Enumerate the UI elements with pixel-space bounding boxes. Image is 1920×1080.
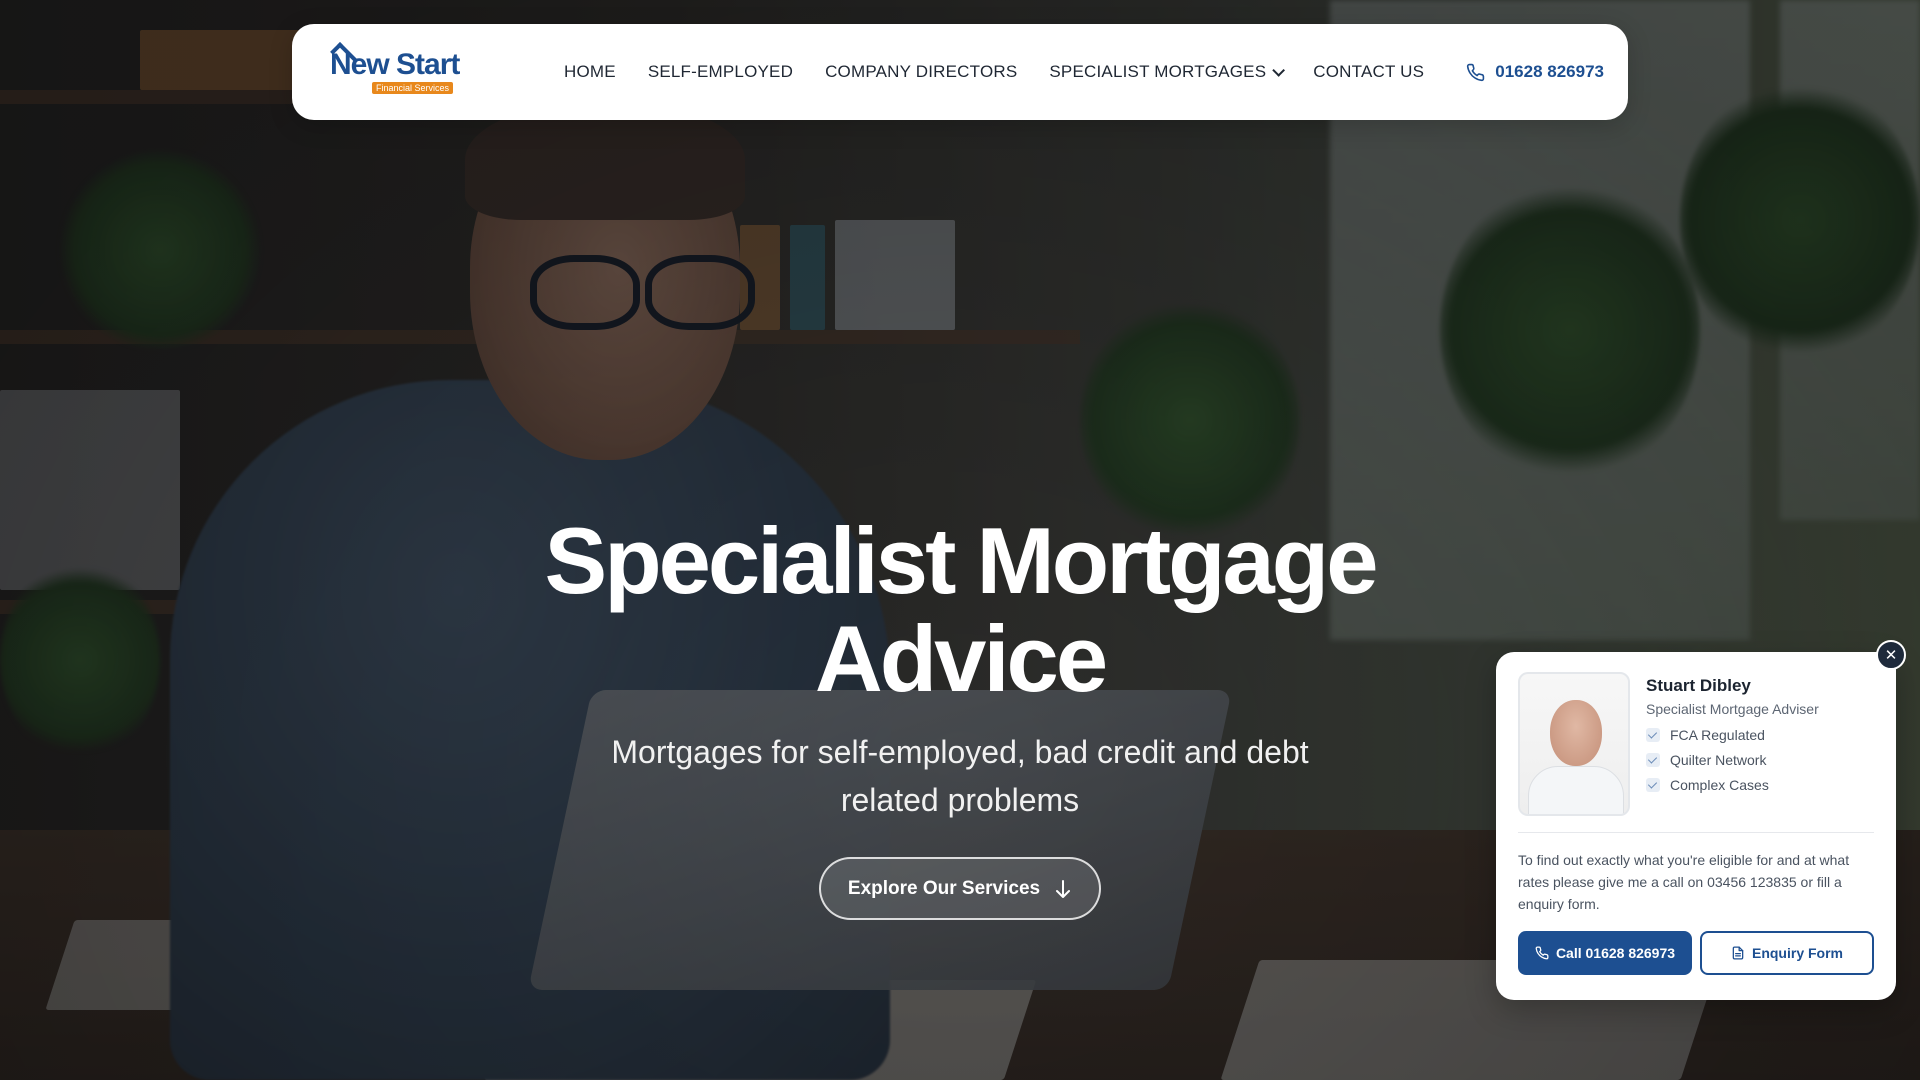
adviser-message: To find out exactly what you're eligible… — [1518, 852, 1850, 912]
call-button-label: Call 01628 826973 — [1555, 945, 1676, 961]
adviser-photo — [1518, 672, 1630, 816]
nav-item-home[interactable]: HOME — [564, 62, 616, 82]
main-nav: HOME SELF-EMPLOYED COMPANY DIRECTORS SPE… — [564, 62, 1424, 82]
hero-title-line1: Specialist Mortgage — [544, 508, 1379, 613]
nav-phone-number: 01628 826973 — [1495, 62, 1604, 81]
credential-label: Complex Cases — [1670, 777, 1769, 793]
document-icon — [1732, 946, 1744, 960]
credential-item: Quilter Network — [1646, 752, 1819, 768]
nav-item-label: CONTACT US — [1313, 62, 1425, 81]
nav-item-contact-us[interactable]: CONTACT US — [1313, 62, 1424, 82]
close-icon: ✕ — [1884, 647, 1898, 664]
logo-tagline: Financial Services — [372, 82, 454, 94]
credential-label: FCA Regulated — [1670, 727, 1765, 743]
adviser-role: Specialist Mortgage Adviser — [1646, 701, 1819, 717]
credentials-list: FCA Regulated Quilter Network Complex Ca… — [1646, 727, 1819, 793]
nav-item-self-employed[interactable]: SELF-EMPLOYED — [648, 62, 793, 82]
phone-icon — [1535, 946, 1549, 960]
nav-item-label: HOME — [564, 62, 616, 81]
nav-item-label: SPECIALIST MORTGAGES — [1049, 62, 1267, 81]
phone-icon — [1467, 63, 1485, 81]
card-divider — [1518, 832, 1874, 833]
hero-title: Specialist Mortgage Advice — [420, 512, 1500, 708]
check-icon — [1646, 753, 1660, 767]
arrow-down-icon — [1056, 879, 1071, 898]
explore-services-button[interactable]: Explore Our Services — [819, 857, 1101, 920]
explore-services-label: Explore Our Services — [847, 877, 1041, 899]
check-icon — [1646, 728, 1660, 742]
close-card-button[interactable]: ✕ — [1876, 640, 1906, 670]
check-icon — [1646, 778, 1660, 792]
nav-item-company-directors[interactable]: COMPANY DIRECTORS — [825, 62, 1017, 82]
logo[interactable]: New Start Financial Services — [330, 42, 464, 98]
hero-subtitle-line2: related problems — [840, 782, 1080, 818]
nav-item-label: COMPANY DIRECTORS — [825, 62, 1018, 81]
hero-subtitle: Mortgages for self-employed, bad credit … — [560, 728, 1360, 824]
nav-item-label: SELF-EMPLOYED — [647, 62, 794, 81]
enquiry-form-label: Enquiry Form — [1751, 945, 1843, 961]
hero-title-line2: Advice — [814, 606, 1108, 711]
adviser-name: Stuart Dibley — [1646, 676, 1751, 695]
adviser-card: Stuart Dibley Specialist Mortgage Advise… — [1496, 652, 1896, 1000]
credential-item: FCA Regulated — [1646, 727, 1819, 743]
enquiry-form-button[interactable]: Enquiry Form — [1700, 931, 1874, 975]
credential-item: Complex Cases — [1646, 777, 1819, 793]
nav-phone-link[interactable]: 01628 826973 — [1466, 62, 1604, 82]
call-button[interactable]: Call 01628 826973 — [1518, 931, 1692, 975]
logo-text: New Start — [330, 48, 460, 81]
hero-subtitle-line1: Mortgages for self-employed, bad credit … — [611, 734, 1309, 770]
credential-label: Quilter Network — [1670, 752, 1767, 768]
nav-item-specialist-mortgages[interactable]: SPECIALIST MORTGAGES — [1049, 62, 1286, 82]
navbar: New Start Financial Services HOME SELF-E… — [292, 24, 1628, 120]
chevron-down-icon — [1272, 63, 1286, 77]
